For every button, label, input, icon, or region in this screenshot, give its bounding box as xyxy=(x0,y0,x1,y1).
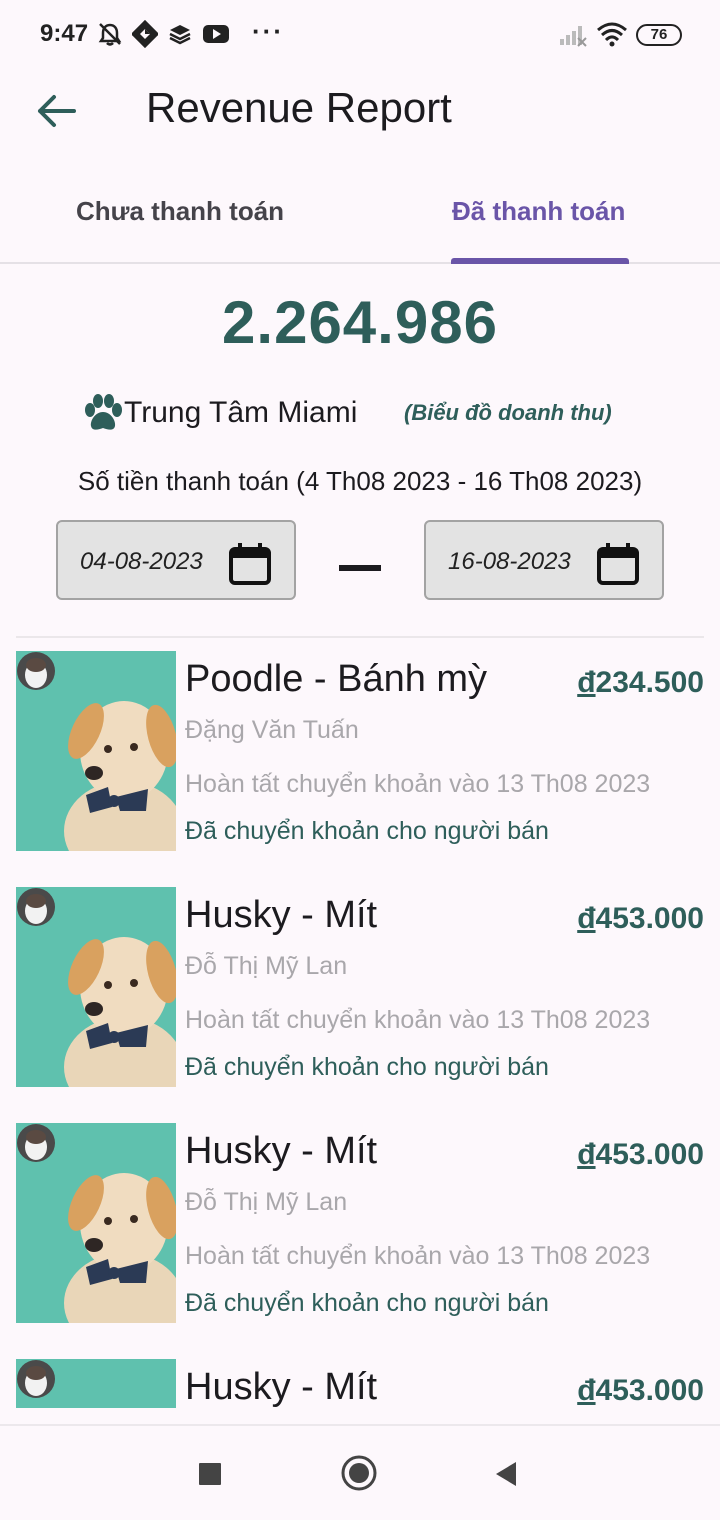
revenue-chart-link[interactable]: (Biểu đồ doanh thu) xyxy=(404,400,612,426)
item-completed-date: Hoàn tất chuyển khoản vào 13 Th08 2023 xyxy=(185,1242,651,1270)
seller-avatar xyxy=(17,1360,55,1398)
item-price: đ453.000 xyxy=(577,902,704,935)
item-title: Husky - Mít xyxy=(185,1366,378,1408)
end-date-field[interactable]: 16-08-2023 xyxy=(424,520,664,600)
stack-icon xyxy=(169,25,191,45)
tab-indicator xyxy=(451,258,629,264)
list-item[interactable]: Poodle - Bánh mỳ đ234.500 Đặng Văn Tuấn … xyxy=(0,640,720,876)
item-completed-date: Hoàn tất chuyển khoản vào 13 Th08 2023 xyxy=(185,1006,651,1034)
list-item[interactable]: Husky - Mít đ453.000 xyxy=(0,1348,720,1408)
item-title: Husky - Mít xyxy=(185,894,378,936)
list-divider xyxy=(16,636,704,638)
app-icon xyxy=(132,20,158,48)
item-status: Đã chuyển khoản cho người bán xyxy=(185,1289,549,1317)
calendar-icon xyxy=(597,543,639,585)
date-range-dash xyxy=(339,565,381,571)
alarm-off-icon xyxy=(98,23,122,46)
seller-avatar xyxy=(17,1124,55,1162)
pet-photo xyxy=(16,1359,176,1408)
tab-bar: Chưa thanh toán Đã thanh toán xyxy=(0,180,720,264)
wifi-icon xyxy=(597,22,627,47)
transaction-list[interactable]: Poodle - Bánh mỳ đ234.500 Đặng Văn Tuấn … xyxy=(0,640,720,1408)
item-status: Đã chuyển khoản cho người bán xyxy=(185,817,549,845)
item-buyer: Đặng Văn Tuấn xyxy=(185,716,359,744)
center-name: Trung Tâm Miami xyxy=(124,396,358,429)
status-bar: 9:47 ··· 76 xyxy=(0,0,720,70)
list-item[interactable]: Husky - Mít đ453.000 Đỗ Thị Mỹ Lan Hoàn … xyxy=(0,1112,720,1348)
pet-photo xyxy=(16,887,176,1087)
date-range-caption: Số tiền thanh toán (4 Th08 2023 - 16 Th0… xyxy=(77,466,643,496)
start-date-field[interactable]: 04-08-2023 xyxy=(56,520,296,600)
seller-avatar xyxy=(17,652,55,690)
back-arrow-icon[interactable] xyxy=(30,88,82,134)
page-title: Revenue Report xyxy=(146,84,452,131)
item-completed-date: Hoàn tất chuyển khoản vào 13 Th08 2023 xyxy=(185,770,651,798)
seller-avatar xyxy=(17,888,55,926)
recents-square-icon[interactable] xyxy=(198,1462,222,1486)
back-triangle-icon[interactable] xyxy=(494,1460,518,1488)
status-time: 9:47 xyxy=(40,20,89,47)
item-title: Husky - Mít xyxy=(185,1130,378,1172)
total-revenue: 2.264.986 xyxy=(222,289,498,356)
start-date-value: 04-08-2023 xyxy=(80,548,203,575)
list-item[interactable]: Husky - Mít đ453.000 Đỗ Thị Mỹ Lan Hoàn … xyxy=(0,876,720,1112)
item-status: Đã chuyển khoản cho người bán xyxy=(185,1053,549,1081)
youtube-icon xyxy=(203,25,229,43)
system-nav-bar xyxy=(0,1424,720,1520)
item-buyer: Đỗ Thị Mỹ Lan xyxy=(185,952,348,980)
paw-icon xyxy=(85,394,122,430)
home-circle-icon[interactable] xyxy=(340,1454,378,1492)
item-title: Poodle - Bánh mỳ xyxy=(185,658,488,700)
pet-photo xyxy=(16,651,176,851)
more-notifications-dots: ··· xyxy=(252,16,284,46)
signal-icon xyxy=(560,26,587,47)
item-price: đ453.000 xyxy=(577,1374,704,1407)
item-buyer: Đỗ Thị Mỹ Lan xyxy=(185,1188,348,1216)
item-price: đ234.500 xyxy=(577,666,704,699)
calendar-icon xyxy=(229,543,271,585)
end-date-value: 16-08-2023 xyxy=(448,548,571,575)
battery-icon: 76 xyxy=(636,24,682,46)
pet-photo xyxy=(16,1123,176,1323)
item-price: đ453.000 xyxy=(577,1138,704,1171)
tab-unpaid[interactable]: Chưa thanh toán xyxy=(76,196,284,227)
tab-paid[interactable]: Đã thanh toán xyxy=(452,196,625,227)
